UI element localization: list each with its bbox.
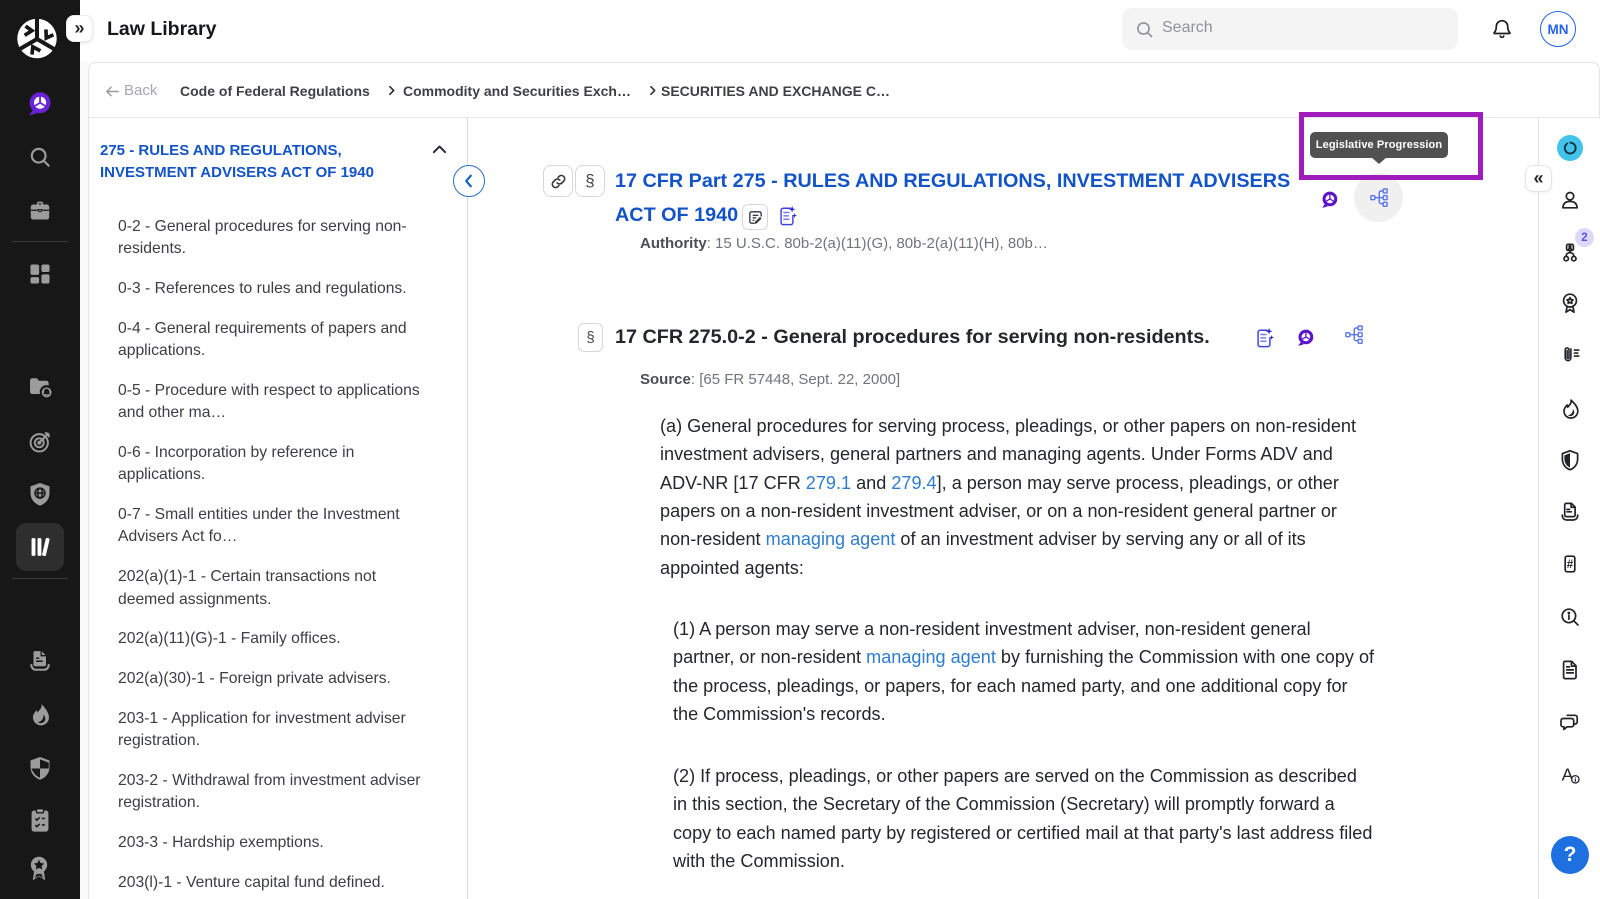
svg-text:#: # [1567,559,1574,571]
